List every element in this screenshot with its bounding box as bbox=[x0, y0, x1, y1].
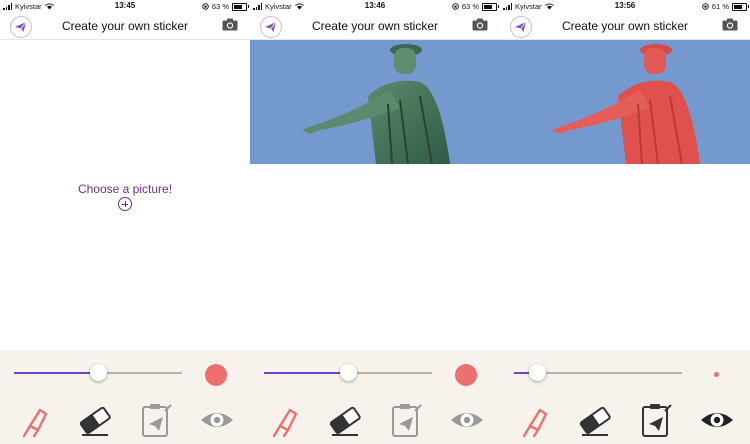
camera-icon[interactable] bbox=[722, 18, 738, 31]
status-right: 63 % bbox=[202, 2, 249, 11]
brush-size-preview bbox=[714, 372, 719, 377]
brush-size-preview bbox=[455, 364, 477, 386]
eraser-tool-icon[interactable] bbox=[327, 402, 363, 438]
statue-mask-image bbox=[552, 44, 700, 164]
slider-fill bbox=[264, 372, 348, 374]
nav-bar: Create your own sticker bbox=[500, 13, 750, 40]
choose-picture-link[interactable]: Choose a picture! bbox=[0, 182, 250, 196]
brush-tool-icon[interactable] bbox=[516, 402, 552, 438]
battery-icon bbox=[482, 2, 499, 11]
nav-bar: Create your own sticker bbox=[0, 13, 250, 40]
camera-icon[interactable] bbox=[222, 18, 238, 31]
screen-3: Kyivstar 13:56 61 % Create your own stic… bbox=[500, 0, 750, 444]
brush-tool-icon[interactable] bbox=[266, 402, 302, 438]
eraser-tool-icon[interactable] bbox=[77, 402, 113, 438]
battery-icon bbox=[732, 2, 749, 11]
status-right: 63 % bbox=[452, 2, 499, 11]
eraser-tool-icon[interactable] bbox=[577, 402, 613, 438]
eye-icon[interactable] bbox=[199, 402, 235, 438]
add-picture-icon[interactable] bbox=[118, 197, 132, 211]
status-bar: Kyivstar 13:46 63 % bbox=[250, 0, 500, 12]
clipboard-preview-icon[interactable] bbox=[388, 402, 424, 438]
brush-tool-icon[interactable] bbox=[16, 402, 52, 438]
status-right: 61 % bbox=[702, 2, 749, 11]
eye-icon[interactable] bbox=[699, 402, 735, 438]
screen-2: Kyivstar 13:46 63 % Create your own stic… bbox=[250, 0, 500, 444]
status-bar: Kyivstar 13:45 63 % bbox=[0, 0, 250, 12]
camera-icon[interactable] bbox=[472, 18, 488, 31]
orientation-lock-icon bbox=[452, 3, 459, 10]
battery-level bbox=[484, 4, 493, 9]
slider-thumb[interactable] bbox=[339, 364, 357, 381]
eye-icon[interactable] bbox=[449, 402, 485, 438]
statue-photo[interactable] bbox=[250, 40, 500, 164]
page-title: Create your own sticker bbox=[311, 19, 439, 33]
brush-size-slider[interactable] bbox=[264, 364, 432, 381]
three-screens-row: Kyivstar 13:45 63 % Create your own stic… bbox=[0, 0, 750, 444]
battery-percent: 63 % bbox=[211, 2, 229, 11]
brush-size-slider[interactable] bbox=[514, 364, 682, 381]
battery-level bbox=[234, 4, 243, 9]
statue-photo-masked[interactable] bbox=[500, 40, 750, 164]
battery-percent: 61 % bbox=[711, 2, 729, 11]
battery-icon bbox=[232, 2, 249, 11]
slider-thumb[interactable] bbox=[89, 364, 107, 381]
brush-size-preview bbox=[205, 364, 227, 386]
page-title: Create your own sticker bbox=[561, 19, 689, 33]
page-title: Create your own sticker bbox=[61, 19, 189, 33]
status-bar: Kyivstar 13:56 61 % bbox=[500, 0, 750, 12]
statue-image bbox=[302, 44, 450, 164]
battery-percent: 63 % bbox=[461, 2, 479, 11]
clipboard-preview-icon[interactable] bbox=[638, 402, 674, 438]
clipboard-preview-icon[interactable] bbox=[138, 402, 174, 438]
orientation-lock-icon bbox=[702, 3, 709, 10]
slider-fill bbox=[14, 372, 98, 374]
slider-thumb[interactable] bbox=[529, 364, 547, 381]
brush-size-slider[interactable] bbox=[14, 364, 182, 381]
battery-level bbox=[734, 4, 742, 9]
screen-1: Kyivstar 13:45 63 % Create your own stic… bbox=[0, 0, 250, 444]
orientation-lock-icon bbox=[202, 3, 209, 10]
nav-bar: Create your own sticker bbox=[250, 13, 500, 40]
